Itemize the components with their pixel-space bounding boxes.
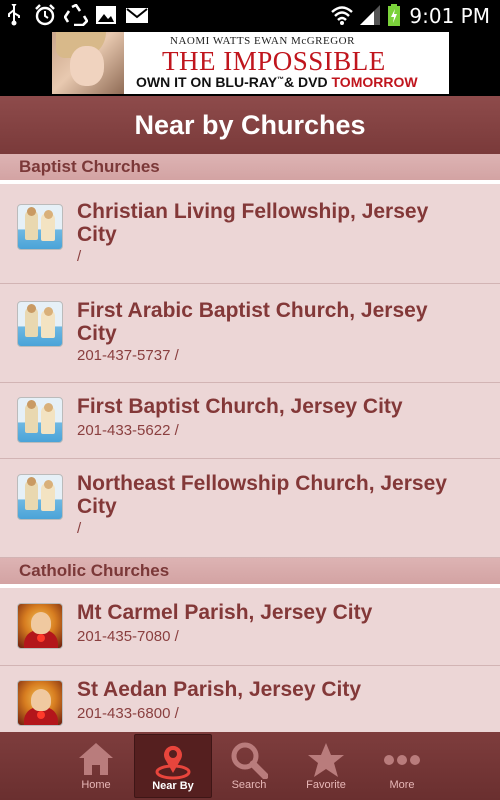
bottom-nav: Home Near By Search Favorite More (0, 732, 500, 800)
nav-near-by[interactable]: Near By (134, 734, 212, 798)
nav-more[interactable]: More (363, 734, 441, 798)
app-header: Near by Churches (0, 96, 500, 154)
nav-favorite[interactable]: Favorite (287, 734, 365, 798)
sacred-heart-icon (17, 603, 63, 649)
battery-charging-icon (388, 4, 400, 26)
baptism-icon (17, 204, 63, 250)
nav-label: Favorite (306, 779, 346, 791)
church-phone: 201-435-7080 / (77, 628, 179, 645)
church-name: First Arabic Baptist Church, Jersey City (77, 299, 428, 345)
ad-tagline: OWN IT ON BLU-RAY™& DVD TOMORROW (136, 74, 418, 90)
church-name: Mt Carmel Parish, Jersey City (77, 601, 373, 624)
church-name: St Aedan Parish, Jersey City (77, 678, 362, 701)
ad-title: THE IMPOSSIBLE (162, 46, 386, 76)
baptism-icon (17, 474, 63, 520)
ad-area: NAOMI WATTS EWAN McGREGOR THE IMPOSSIBLE… (0, 30, 500, 96)
star-icon (308, 743, 344, 777)
usb-icon (8, 4, 20, 26)
church-phone: 201-433-5622 / (77, 422, 179, 439)
page-title: Near by Churches (134, 109, 366, 140)
status-time: 9:01 PM (409, 4, 490, 28)
search-icon (231, 742, 268, 779)
nav-search[interactable]: Search (210, 734, 288, 798)
church-row[interactable]: Mt Carmel Parish, Jersey City 201-435-70… (0, 588, 500, 666)
church-name: First Baptist Church, Jersey City (77, 395, 403, 418)
church-list[interactable]: Baptist Churches Christian Living Fellow… (0, 154, 500, 732)
church-phone: 201-437-5737 / (77, 347, 179, 364)
church-name: Christian Living Fellowship, Jersey City (77, 200, 429, 246)
sacred-heart-icon (17, 680, 63, 726)
section-header-catholic: Catholic Churches (0, 558, 500, 588)
church-row[interactable]: First Baptist Church, Jersey City 201-43… (0, 383, 500, 459)
church-row[interactable]: St Aedan Parish, Jersey City 201-433-680… (0, 666, 500, 732)
section-header-baptist: Baptist Churches (0, 154, 500, 184)
nav-label: Near By (152, 780, 194, 792)
image-icon (96, 6, 116, 24)
map-pin-icon (155, 745, 191, 780)
more-dots-icon (384, 755, 420, 765)
church-row[interactable]: Christian Living Fellowship, Jersey City … (0, 184, 500, 284)
nav-home[interactable]: Home (57, 734, 135, 798)
wifi-icon (331, 6, 353, 25)
church-name: Northeast Fellowship Church, Jersey City (77, 472, 447, 518)
church-phone: / (77, 520, 82, 537)
church-phone: 201-433-6800 / (77, 705, 179, 722)
church-phone: / (77, 248, 82, 265)
church-row[interactable]: Northeast Fellowship Church, Jersey City … (0, 459, 500, 558)
recycle-icon (64, 4, 88, 26)
church-row[interactable]: First Arabic Baptist Church, Jersey City … (0, 284, 500, 383)
baptism-icon (17, 397, 63, 443)
signal-icon (360, 5, 380, 25)
status-bar: 9:01 PM (0, 0, 500, 30)
ad-banner[interactable]: NAOMI WATTS EWAN McGREGOR THE IMPOSSIBLE… (52, 32, 449, 94)
ad-photo (52, 32, 124, 94)
home-icon (79, 743, 113, 775)
mail-icon (126, 8, 148, 23)
nav-label: More (389, 779, 415, 791)
alarm-icon (35, 4, 55, 26)
baptism-icon (17, 301, 63, 347)
nav-label: Home (81, 779, 111, 791)
nav-label: Search (231, 779, 267, 791)
